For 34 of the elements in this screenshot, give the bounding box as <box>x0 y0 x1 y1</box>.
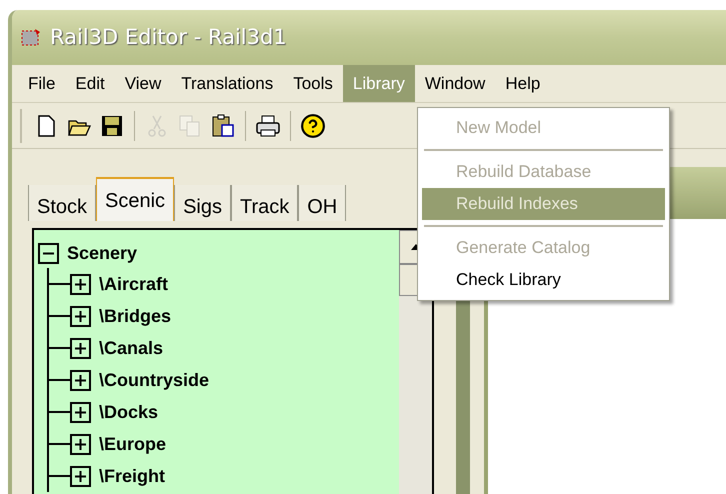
menu-item[interactable]: Window <box>414 65 496 102</box>
help-icon[interactable] <box>300 112 326 138</box>
expand-icon[interactable] <box>70 306 91 326</box>
expand-icon[interactable] <box>70 274 91 294</box>
expand-icon[interactable] <box>70 402 91 422</box>
tab[interactable]: Sigs <box>174 185 231 221</box>
paste-icon[interactable] <box>210 112 236 138</box>
tree-item[interactable]: \Aircraft <box>99 270 168 298</box>
print-icon[interactable] <box>255 112 281 138</box>
tab[interactable]: Scenic <box>96 177 174 221</box>
tree-item[interactable]: \Bridges <box>99 302 172 330</box>
menu-item[interactable]: File <box>18 65 66 102</box>
menu-item[interactable]: Tools <box>283 65 343 102</box>
tab[interactable]: Track <box>230 185 298 221</box>
tree-item[interactable]: Scenery <box>67 240 138 266</box>
tab[interactable]: Stock <box>28 185 96 221</box>
window-title: Rail3D Editor - Rail3d1 <box>50 24 287 51</box>
app-icon <box>20 26 42 48</box>
tree-item[interactable]: \Freight <box>99 462 165 490</box>
menu-item[interactable]: View <box>114 65 172 102</box>
collapse-icon[interactable] <box>38 242 59 264</box>
tree-item[interactable]: \Europe <box>99 430 166 458</box>
tab[interactable]: OH <box>298 185 346 221</box>
expand-icon[interactable] <box>70 338 91 358</box>
tree-item[interactable]: \Countryside <box>99 366 210 394</box>
expand-icon[interactable] <box>70 466 91 486</box>
tree-item[interactable]: \Canals <box>99 334 164 362</box>
menu-item[interactable]: Edit <box>65 65 115 102</box>
tree-item[interactable]: \Docks <box>99 398 158 426</box>
expand-icon[interactable] <box>70 434 91 454</box>
menu-item[interactable]: Help <box>495 65 550 102</box>
expand-icon[interactable] <box>70 370 91 390</box>
menu-item[interactable]: Translations <box>171 65 284 102</box>
menu-option[interactable]: Check Library <box>422 264 665 296</box>
